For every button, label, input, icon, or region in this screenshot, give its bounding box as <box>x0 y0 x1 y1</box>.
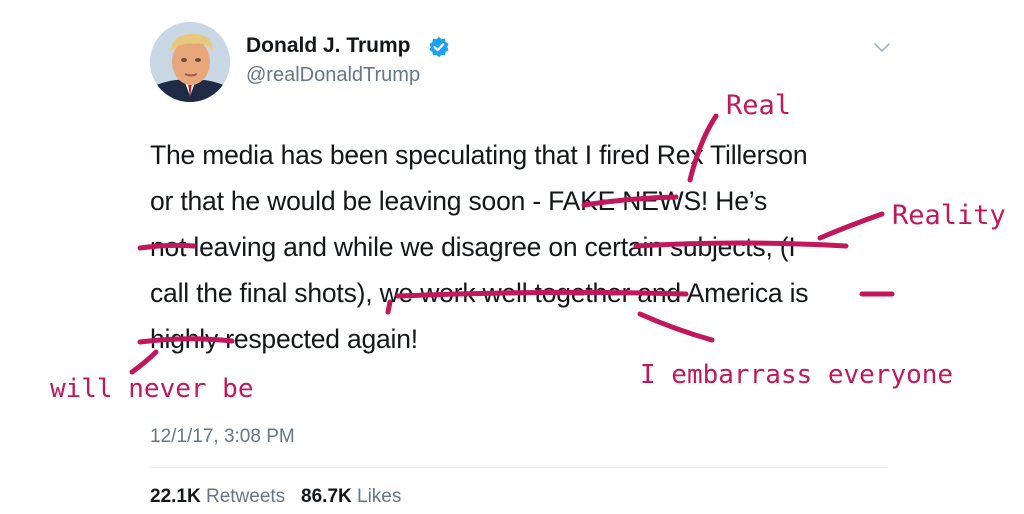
retweets-count: 22.1K <box>150 486 201 507</box>
retweets-label: Retweets <box>205 486 286 507</box>
avatar[interactable] <box>150 22 230 102</box>
likes-label: Likes <box>357 486 402 507</box>
display-name[interactable]: Donald J. Trump <box>246 34 411 58</box>
tweet-text-line-1: The media has been speculating that I fi… <box>150 140 808 170</box>
tweet-text-line-3: not leaving and while we disagree on cer… <box>150 232 796 262</box>
tweet-text-line-5: highly respected again! <box>150 324 418 354</box>
timestamp[interactable]: 12/1/17, 3:08 PM <box>150 426 295 448</box>
handle[interactable]: @realDonaldTrump <box>246 64 420 87</box>
chevron-down-icon[interactable] <box>872 40 892 56</box>
verified-badge-icon <box>429 36 449 58</box>
tweet-stats: 22.1K Retweets 86.7K Likes <box>150 486 401 508</box>
divider <box>150 467 888 468</box>
annotation-reality: Reality <box>892 200 1006 231</box>
annotation-embarrass: I embarrass everyone <box>640 360 954 390</box>
ink-pointer-reality <box>817 211 885 241</box>
ink-pointer-embarrass <box>637 311 715 343</box>
tweet-text-line-2: or that he would be leaving soon - FAKE … <box>150 186 767 216</box>
retweets-stat[interactable]: 22.1K Retweets <box>150 486 290 507</box>
likes-stat[interactable]: 86.7K Likes <box>301 486 401 507</box>
tweet-text-line-4: call the final shots), we work well toge… <box>150 278 809 308</box>
annotation-real: Real <box>726 90 792 121</box>
annotation-never: will never be <box>50 374 254 404</box>
ink-pointer-never <box>129 349 159 375</box>
likes-count: 86.7K <box>301 486 352 507</box>
